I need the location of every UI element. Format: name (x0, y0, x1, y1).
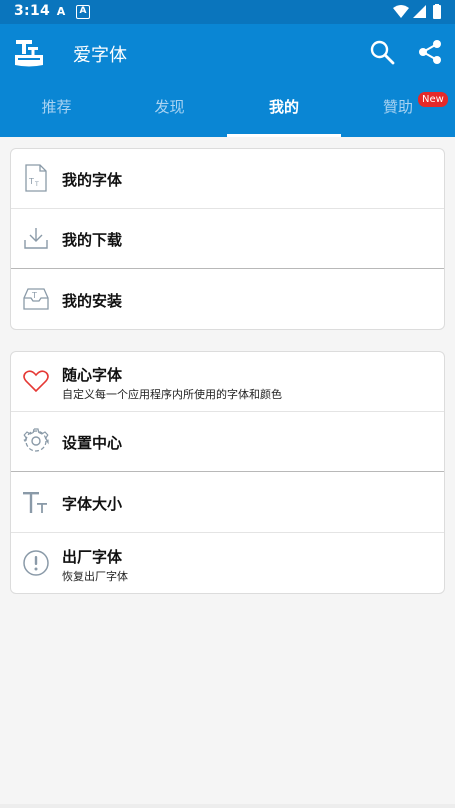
my-content-card: T T 我的字体 我的下载 T 我的安装 (10, 148, 445, 330)
app-title: 爱字体 (73, 45, 127, 66)
menu-item-font-size[interactable]: 字体大小 (11, 473, 444, 533)
menu-item-factory-font[interactable]: 出厂字体 恢复出厂字体 (11, 534, 444, 593)
exclamation-circle-icon (23, 550, 49, 576)
battery-icon (433, 5, 441, 19)
menu-item-subtitle: 恢复出厂字体 (62, 570, 128, 583)
gear-icon (23, 428, 49, 452)
status-bar: 3:14 A A (0, 0, 455, 24)
signal-icon (413, 5, 426, 18)
menu-item-label: 我的下载 (62, 231, 123, 249)
app-bar: 爱字体 (0, 24, 455, 82)
font-document-icon: T T (25, 164, 47, 192)
nav-gesture-area (0, 804, 455, 808)
menu-item-settings[interactable]: 设置中心 (11, 412, 444, 472)
wifi-icon (393, 5, 409, 18)
svg-text:T: T (34, 181, 39, 188)
menu-item-label: 随心字体 (62, 366, 123, 384)
status-time: 3:14 (14, 3, 51, 19)
tab-discover[interactable]: 发现 (113, 82, 226, 137)
font-size-icon (23, 492, 47, 513)
svg-text:T: T (31, 291, 37, 300)
heart-icon (23, 370, 49, 393)
new-badge: New (418, 92, 448, 107)
tab-bar: 推荐 发现 我的 贊助 New (0, 82, 455, 137)
typeface-logo-icon[interactable] (14, 38, 44, 68)
tab-mine[interactable]: 我的 (227, 82, 341, 137)
settings-card: 随心字体 自定义每一个应用程序内所使用的字体和颜色 设置中心 字体大小 出厂字体… (10, 351, 445, 594)
a-box-icon: A (76, 5, 90, 19)
menu-item-subtitle: 自定义每一个应用程序内所使用的字体和颜色 (62, 388, 282, 401)
status-right-icons (393, 4, 441, 19)
font-a-icon: A (56, 5, 66, 18)
tab-recommend[interactable]: 推荐 (0, 82, 113, 137)
menu-item-label: 我的字体 (62, 171, 123, 189)
menu-item-custom-font[interactable]: 随心字体 自定义每一个应用程序内所使用的字体和颜色 (11, 352, 444, 412)
menu-item-my-installs[interactable]: T 我的安装 (11, 270, 444, 329)
install-tray-icon: T (23, 288, 49, 310)
menu-item-label: 我的安装 (62, 292, 123, 310)
tab-indicator (227, 134, 341, 137)
menu-item-label: 出厂字体 (62, 548, 123, 566)
download-icon (24, 228, 48, 249)
search-icon[interactable] (369, 39, 395, 65)
svg-text:T: T (28, 177, 34, 186)
menu-item-my-downloads[interactable]: 我的下载 (11, 209, 444, 269)
share-icon[interactable] (417, 39, 443, 65)
menu-item-my-fonts[interactable]: T T 我的字体 (11, 149, 444, 209)
menu-item-label: 字体大小 (62, 495, 123, 513)
tab-sponsor[interactable]: 贊助 (341, 82, 455, 137)
menu-item-label: 设置中心 (62, 434, 123, 452)
